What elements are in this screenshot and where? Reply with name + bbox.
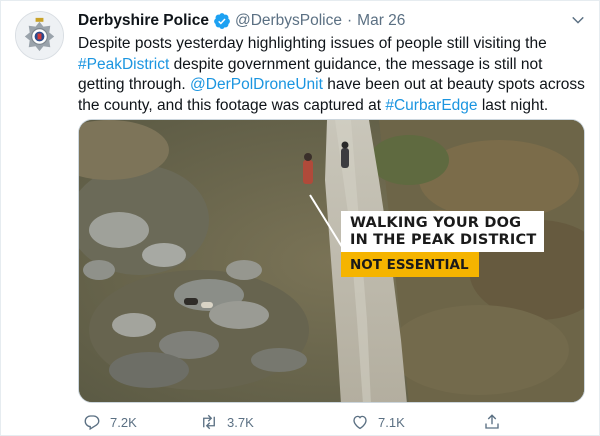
tweet-text: Despite posts yesterday highlighting iss…: [78, 34, 588, 116]
display-name[interactable]: Derbyshire Police: [78, 12, 209, 30]
reply-button[interactable]: 7.2K: [83, 413, 137, 431]
tweet-date[interactable]: Mar 26: [357, 12, 405, 30]
tweet-card[interactable]: Derbyshire Police @DerbysPolice · Mar 26…: [0, 0, 600, 436]
text-segment: Despite posts yesterday highlighting iss…: [78, 35, 547, 52]
separator-dot: ·: [347, 12, 353, 29]
heart-icon: [353, 415, 367, 430]
caption-line-2: IN THE PEAK DISTRICT: [350, 232, 537, 248]
reply-count: 7.2K: [110, 414, 137, 430]
video-thumbnail[interactable]: WALKING YOUR DOG IN THE PEAK DISTRICT NO…: [78, 119, 585, 403]
retweet-count: 3.7K: [227, 414, 254, 430]
share-icon: [485, 414, 499, 429]
verified-badge-icon: [214, 13, 230, 29]
chevron-down-icon[interactable]: [569, 11, 587, 29]
drone-footage-image: [79, 120, 584, 402]
retweet-button[interactable]: 3.7K: [200, 413, 254, 431]
share-button[interactable]: [483, 413, 510, 431]
action-bar: 7.2K 3.7K 7.1K: [78, 413, 558, 436]
police-badge-icon: [16, 12, 63, 59]
mention-link-derpoldroneunit[interactable]: @DerPolDroneUnit: [190, 76, 323, 93]
user-handle[interactable]: @DerbysPolice: [235, 12, 342, 30]
retweet-icon: [203, 414, 215, 430]
video-caption: WALKING YOUR DOG IN THE PEAK DISTRICT: [341, 211, 545, 252]
hashtag-link-curbaredge[interactable]: #CurbarEdge: [385, 97, 477, 114]
like-count: 7.1K: [378, 414, 405, 430]
tag-label: NOT ESSENTIAL: [350, 257, 469, 273]
tweet-header: Derbyshire Police @DerbysPolice · Mar 26: [78, 11, 405, 31]
caption-line-1: WALKING YOUR DOG: [350, 215, 522, 231]
like-button[interactable]: 7.1K: [351, 413, 405, 431]
text-segment: last night.: [477, 96, 549, 114]
avatar[interactable]: [15, 11, 64, 60]
hashtag-link-peakdistrict[interactable]: #PeakDistrict: [78, 56, 169, 73]
not-essential-tag: NOT ESSENTIAL: [341, 252, 479, 277]
reply-icon: [84, 415, 100, 431]
